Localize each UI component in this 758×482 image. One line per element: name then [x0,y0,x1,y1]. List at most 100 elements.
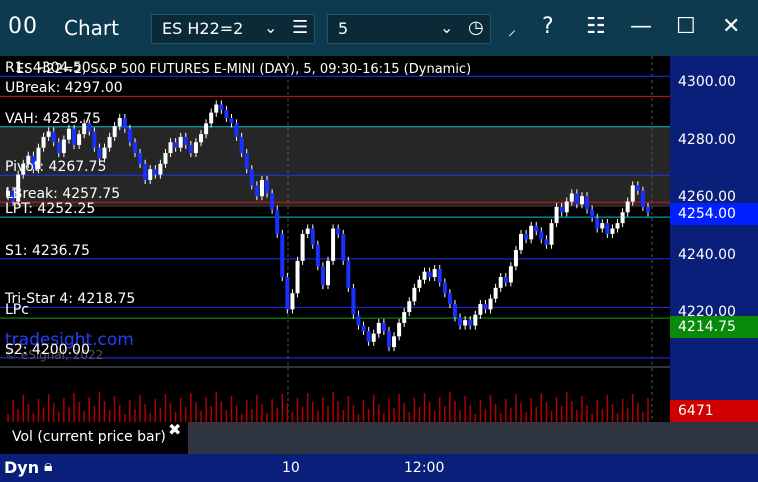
close-icon[interactable]: ✕ [722,14,740,39]
candle-body [66,128,71,140]
level-label: LPT: 4252.25 [5,201,96,218]
clock-icon[interactable]: ◷ [468,17,484,38]
price-axis[interactable]: 4300.00 4280.00 4260.00 4240.00 4220.00 … [670,56,758,422]
candle-body [610,228,615,234]
menu-icon[interactable]: ☰ [292,17,308,38]
volume-panel-label: Vol (current price bar) ✖ [0,420,188,454]
candle-body [498,277,503,288]
interval-selector[interactable]: 5 ⌄ ◷ [327,14,491,44]
chevron-down-icon[interactable]: ⌄ [440,18,453,37]
pin-icon[interactable]: ⸝ [508,18,516,40]
chart-area[interactable]: ES H22=2, S&P 500 FUTURES E-MINI (DAY), … [0,56,670,422]
candle-body [270,193,275,210]
level-label: S2: 4200.00 [5,341,90,358]
candle-body [513,250,518,267]
lpc-price-badge: 4214.75 [670,316,758,338]
close-icon[interactable]: ✖ [168,420,181,439]
candle-body [381,322,386,331]
candle-body [483,304,488,310]
candle-body [107,136,112,148]
candle-body [188,144,193,154]
candle-body [640,190,645,207]
candle-body [331,228,336,261]
minimize-icon[interactable]: — [630,14,652,39]
candle-body [132,142,137,154]
candle-body [127,128,132,143]
candle-body [574,193,579,205]
candle-body [173,142,178,148]
volume-badge: 6471 [670,400,758,422]
candle-body [244,153,249,170]
candle-body [600,223,605,229]
template-icon[interactable]: ☷ [586,14,606,39]
maximize-icon[interactable]: ☐ [676,14,696,39]
candle-body [193,142,198,154]
time-axis[interactable]: Dyn 🔒︎ 10 12:00 [0,454,758,482]
candle-body [620,212,625,224]
candle-body [112,126,117,137]
candle-body [524,233,529,240]
candle-body [305,228,310,234]
candle-body [361,325,366,331]
candle-body [554,206,559,224]
candle-body [341,233,346,261]
level-label: S1: 4236.75 [5,242,90,259]
candle-body [199,134,204,143]
candle-body [336,228,341,234]
candle-body [508,266,513,283]
candle-body [326,260,330,286]
candle-body [265,180,270,194]
candle-body [209,112,214,124]
candle-body [77,134,82,145]
candle-body [56,142,61,154]
candle-body [397,322,402,337]
current-price-badge: 4254.00 [670,203,758,225]
level-label: R1: 4304.50 [5,60,91,77]
candle-body [234,123,239,137]
candle-body [549,223,554,245]
help-icon[interactable]: ? [542,14,554,39]
candle-body [493,287,498,299]
candle-body [249,169,254,186]
candle-body [564,201,569,213]
axis-tick: 4300.00 [678,74,736,90]
candle-body [402,312,407,323]
candle-body [386,330,391,348]
candle-body [463,320,468,326]
candle-body [407,301,412,313]
candle-body [579,196,584,205]
candle-body [153,169,158,175]
candle-body [544,239,549,245]
candle-body [290,293,295,310]
candle-body [92,131,97,148]
axis-tick: 4240.00 [678,247,736,263]
layout-icon[interactable]: 00 [8,14,38,39]
title-bar: 00 Chart ES H22=2 ⌄ ☰ 5 ⌄ ◷ ⸝ ? ☷ — ☐ ✕ [0,0,758,56]
candle-body [168,142,173,154]
candle-body [46,131,51,137]
candle-body [148,169,153,180]
candle-body [117,118,122,127]
candle-body [239,136,244,154]
candle-body [371,333,376,342]
x-axis-label: 12:00 [404,460,445,476]
symbol-value[interactable]: ES H22=2 [162,19,243,38]
candle-body [102,147,107,159]
candle-body [295,260,300,294]
lock-icon[interactable]: 🔒︎ [44,456,53,476]
symbol-selector[interactable]: ES H22=2 ⌄ ☰ [151,14,315,44]
volume-label: Vol (current price bar) [12,429,166,445]
candle-body [300,233,305,261]
candle-body [534,225,539,232]
interval-value[interactable]: 5 [338,19,348,38]
candle-body [529,225,534,240]
candle-body [366,330,371,342]
level-label: Pivot: 4267.75 [5,159,107,176]
dyn-label[interactable]: Dyn [4,458,39,477]
candle-body [41,136,46,148]
candle-body [605,223,610,234]
level-label: UBreak: 4297.00 [5,80,123,97]
chevron-down-icon[interactable]: ⌄ [264,18,277,37]
window-title: Chart [64,16,119,40]
candle-body [615,223,620,229]
